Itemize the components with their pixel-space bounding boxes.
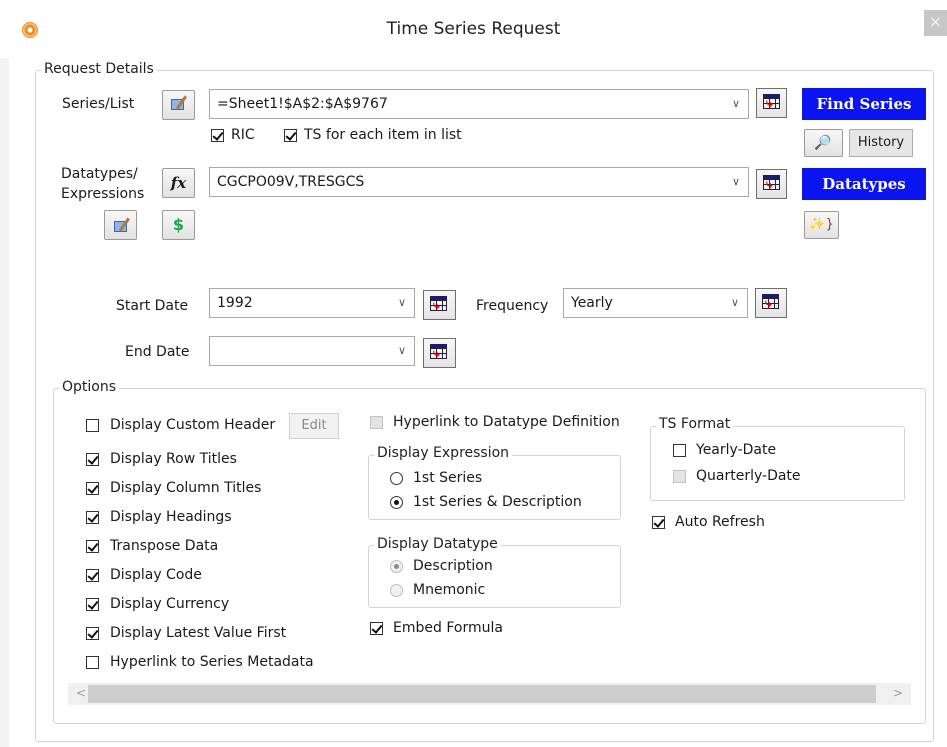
expression-first-series-radio[interactable] (390, 472, 403, 485)
scroll-right-arrow[interactable]: > (893, 686, 903, 700)
display-currency-checkbox[interactable] (86, 598, 99, 611)
frequency-label: Frequency (476, 298, 549, 314)
datatypes-button[interactable]: Datatypes (802, 168, 926, 200)
row-titles-checkbox[interactable] (86, 453, 99, 466)
datatype-definition-label: Hyperlink to Datatype Definition (393, 414, 620, 430)
function-icon: fx (170, 174, 187, 192)
frequency-select[interactable]: Yearly ∨ (563, 288, 748, 318)
frequency-picker-button[interactable]: ⤷ (755, 288, 787, 318)
history-button[interactable]: History (849, 129, 913, 157)
close-button[interactable]: × (924, 10, 947, 36)
row-titles-label: Display Row Titles (110, 451, 237, 467)
datatypes-picker-button[interactable]: ⤷ (756, 169, 787, 199)
column-titles-checkbox[interactable] (86, 482, 99, 495)
display-code-label: Display Code (110, 567, 202, 583)
ts-each-item-label: TS for each item in list (304, 127, 462, 143)
series-list-input[interactable]: =Sheet1!$A$2:$A$9767 ∨ (209, 89, 749, 119)
magnifier-list-icon: 🔎 (814, 135, 832, 151)
custom-header-checkbox[interactable] (86, 419, 99, 432)
ts-each-item-checkbox[interactable] (284, 129, 297, 142)
chevron-down-icon: ∨ (397, 296, 406, 309)
datatypes-label-line2: Expressions (61, 186, 145, 202)
series-list-value: =Sheet1!$A$2:$A$9767 (217, 96, 388, 112)
datatype-lookup-button[interactable] (104, 210, 137, 240)
options-legend: Options (59, 379, 120, 395)
embed-formula-label: Embed Formula (393, 620, 503, 636)
headings-checkbox[interactable] (86, 511, 99, 524)
window-title: Time Series Request (386, 19, 561, 39)
display-datatype-legend: Display Datatype (374, 536, 501, 552)
window-left-edge (0, 58, 9, 747)
expression-series-description-label: 1st Series & Description (413, 494, 582, 510)
yearly-date-label: Yearly-Date (696, 442, 777, 458)
datatype-definition-checkbox[interactable] (370, 416, 383, 429)
column-titles-label: Display Column Titles (110, 480, 262, 496)
datatypes-label-line1: Datatypes/ (61, 166, 138, 182)
datatype-description-radio[interactable] (390, 560, 403, 573)
quarterly-date-label: Quarterly-Date (696, 468, 801, 484)
start-date-input[interactable]: 1992 ∨ (209, 288, 415, 318)
chevron-down-icon: ∨ (731, 175, 740, 188)
auto-refresh-label: Auto Refresh (675, 514, 765, 530)
function-button[interactable]: fx (162, 168, 195, 198)
headings-label: Display Headings (110, 509, 232, 525)
datatypes-input[interactable]: CGCPO09V,TRESGCS ∨ (209, 167, 749, 197)
datatype-mnemonic-label: Mnemonic (413, 582, 486, 598)
end-date-label: End Date (125, 344, 190, 360)
start-date-picker-button[interactable]: ⤷ (423, 290, 456, 320)
series-list-label: Series/List (62, 96, 135, 112)
quarterly-date-checkbox[interactable] (673, 470, 686, 483)
start-date-label: Start Date (116, 298, 189, 314)
display-datatype-group (368, 545, 621, 608)
auto-refresh-checkbox[interactable] (652, 516, 665, 529)
request-details-legend: Request Details (41, 61, 157, 77)
series-lookup-button[interactable] (162, 90, 195, 120)
table-picker-icon: ⤷ (433, 298, 440, 312)
yearly-date-checkbox[interactable] (673, 444, 686, 457)
display-code-checkbox[interactable] (86, 569, 99, 582)
chevron-down-icon: ∨ (397, 344, 406, 357)
dollar-icon: $ (172, 215, 185, 234)
frequency-value: Yearly (571, 295, 613, 311)
datatype-mnemonic-radio[interactable] (390, 584, 403, 597)
table-picker-icon: ⤷ (766, 96, 773, 110)
scroll-left-arrow[interactable]: < (76, 686, 86, 700)
latest-first-checkbox[interactable] (86, 627, 99, 640)
series-metadata-checkbox[interactable] (86, 656, 99, 669)
ric-label: RIC (231, 127, 255, 143)
embed-formula-checkbox[interactable] (370, 622, 383, 635)
latest-first-label: Display Latest Value First (110, 625, 287, 641)
start-date-value: 1992 (217, 295, 253, 311)
ric-checkbox[interactable] (211, 129, 224, 142)
currency-button[interactable]: $ (162, 210, 195, 240)
table-picker-icon: ⤷ (433, 346, 440, 360)
expression-builder-button[interactable]: ✨} (804, 211, 839, 239)
expression-series-description-radio[interactable] (390, 496, 403, 509)
series-search-button[interactable]: 🔎 (804, 129, 843, 157)
display-currency-label: Display Currency (110, 596, 230, 612)
ts-format-legend: TS Format (656, 416, 734, 432)
expression-first-series-label: 1st Series (413, 470, 483, 486)
chevron-down-icon: ∨ (730, 296, 739, 309)
display-expression-group (368, 455, 621, 520)
transpose-label: Transpose Data (110, 538, 219, 554)
transpose-checkbox[interactable] (86, 540, 99, 553)
display-expression-legend: Display Expression (374, 445, 513, 461)
datatypes-value: CGCPO09V,TRESGCS (217, 174, 365, 190)
table-picker-icon: ⤷ (765, 296, 772, 310)
series-metadata-label: Hyperlink to Series Metadata (110, 654, 314, 670)
edit-header-button[interactable]: Edit (289, 413, 339, 439)
wand-braces-icon: ✨} (809, 217, 834, 232)
datatype-description-label: Description (413, 558, 493, 574)
custom-header-label: Display Custom Header (110, 417, 276, 433)
scrollbar-thumb[interactable] (88, 685, 876, 703)
end-date-picker-button[interactable]: ⤷ (423, 338, 456, 368)
series-picker-button[interactable]: ⤷ (756, 88, 787, 118)
find-series-button[interactable]: Find Series (802, 88, 926, 120)
chevron-down-icon: ∨ (731, 97, 740, 110)
ts-format-group (650, 426, 905, 501)
table-picker-icon: ⤷ (766, 177, 773, 191)
end-date-input[interactable]: ∨ (209, 336, 415, 366)
